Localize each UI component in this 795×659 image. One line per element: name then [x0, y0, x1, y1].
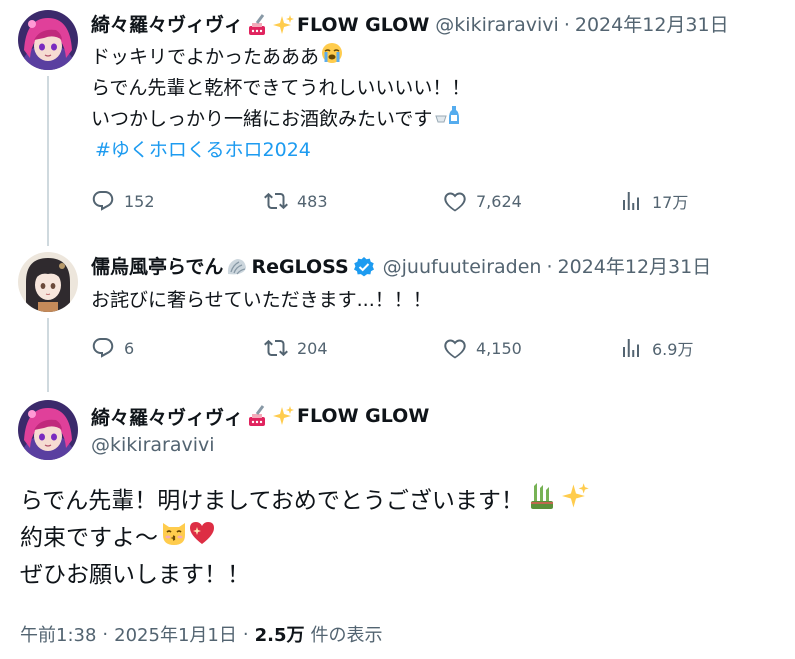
thread-line [47, 76, 49, 246]
tweet-text: ドッキリでよかったあああ らでん先輩と乾杯できてうれしいいいい！！ いつかしっか… [91, 42, 470, 166]
repost-button[interactable]: 483 [264, 189, 328, 213]
separator: · [242, 623, 249, 645]
tweet-line: いつかしっかり一緒にお酒飲みたいです [91, 108, 433, 130]
like-icon [444, 339, 466, 359]
tweet-date[interactable]: 2024年12月31日 [575, 12, 729, 38]
kissing-cat-icon [160, 519, 188, 559]
tweet-line: ドッキリでよかったあああ [91, 46, 320, 68]
sake-icon [434, 104, 460, 136]
repost-icon [264, 339, 288, 357]
author-handle[interactable]: @kikiraravivi [91, 434, 429, 462]
repost-button[interactable]: 204 [264, 336, 328, 360]
repost-count: 483 [297, 191, 328, 211]
author-handle[interactable]: @juufuuteiraden [383, 254, 542, 280]
thread-line [47, 318, 49, 392]
repost-count: 204 [297, 338, 328, 358]
tweet-line: お詫びに奢らせていただきます...！！！ [91, 289, 432, 311]
crying-face-icon [321, 42, 343, 74]
like-icon [444, 192, 466, 212]
main-tweet-text: らでん先輩！明けましておめでとうございます！ 約束ですよ〜 ぜひお願いします！！ [20, 482, 590, 594]
like-count: 4,150 [476, 338, 522, 358]
tweet-line: 約束ですよ〜 [20, 525, 158, 551]
avatar[interactable] [18, 400, 78, 460]
tweet-line: らでん先輩！明けましておめでとうございます！ [20, 488, 524, 514]
author-name[interactable]: 綺々羅々ヴィヴィ [91, 12, 243, 38]
reply-icon [92, 338, 114, 358]
reply-button[interactable]: 6 [91, 336, 134, 360]
reply-count: 152 [124, 191, 155, 211]
sparkling-heart-icon [188, 519, 216, 559]
tweet-text: お詫びに奢らせていただきます...！！！ [91, 285, 432, 316]
views-icon [623, 339, 639, 357]
like-button[interactable]: 7,624 [443, 189, 522, 213]
tweet-header: 儒烏風亭らでん ReGLOSS @juufuuteiraden · 2024年1… [91, 254, 711, 280]
views-button[interactable]: 6.9万 [619, 336, 693, 360]
views-button[interactable]: 17万 [619, 189, 688, 213]
like-button[interactable]: 4,150 [443, 336, 522, 360]
separator: · [546, 256, 553, 278]
hashtag-link[interactable]: #ゆくホロくるホロ2024 [95, 135, 311, 166]
tweet-line: ぜひお願いします！！ [20, 562, 250, 588]
avatar[interactable] [18, 10, 78, 70]
shell-icon [225, 256, 249, 278]
author-suffix[interactable]: FLOW GLOW [297, 12, 429, 38]
verified-badge-icon [353, 256, 375, 278]
views-count: 17万 [652, 193, 689, 212]
reply-count: 6 [124, 338, 135, 358]
tweet-meta: 午前1:38 · 2025年1月1日 · 2.5万 件の表示 [20, 621, 383, 647]
nail-polish-icon [245, 405, 269, 427]
author-name[interactable]: 綺々羅々ヴィヴィ [91, 403, 243, 430]
repost-icon [264, 192, 288, 210]
author-suffix[interactable]: ReGLOSS [251, 254, 348, 280]
sparkles-icon [273, 14, 295, 36]
sparkles-icon [273, 405, 295, 427]
tweet-line: らでん先輩と乾杯できてうれしいいいい！！ [91, 77, 471, 99]
like-count: 7,624 [476, 191, 522, 211]
author-suffix[interactable]: FLOW GLOW [297, 405, 429, 427]
author-handle[interactable]: @kikiraravivi [435, 12, 559, 38]
reply-icon [92, 191, 114, 211]
views-label: 件の表示 [310, 625, 383, 646]
kadomatsu-icon [528, 482, 558, 522]
tweet-actions: 6 204 4,150 6.9万 [91, 336, 731, 366]
tweet-date[interactable]: 2025年1月1日 [114, 621, 237, 647]
tweet-time[interactable]: 午前1:38 [20, 621, 96, 647]
author-name[interactable]: 儒烏風亭らでん [91, 254, 223, 280]
separator: · [102, 623, 109, 645]
tweet-date[interactable]: 2024年12月31日 [558, 254, 712, 280]
tweet-actions: 152 483 7,624 17万 [91, 189, 731, 219]
sparkles-icon [561, 482, 590, 522]
avatar[interactable] [18, 252, 78, 312]
separator: · [563, 14, 570, 36]
reply-button[interactable]: 152 [91, 189, 155, 213]
views-count[interactable]: 2.5万 [255, 621, 305, 647]
views-icon [623, 192, 639, 210]
views-count: 6.9万 [652, 340, 694, 359]
tweet-header: 綺々羅々ヴィヴィ FLOW GLOW @kikiraravivi · 2024年… [91, 12, 729, 38]
main-tweet-header: 綺々羅々ヴィヴィ FLOW GLOW @kikiraravivi [91, 402, 429, 462]
nail-polish-icon [245, 14, 269, 36]
